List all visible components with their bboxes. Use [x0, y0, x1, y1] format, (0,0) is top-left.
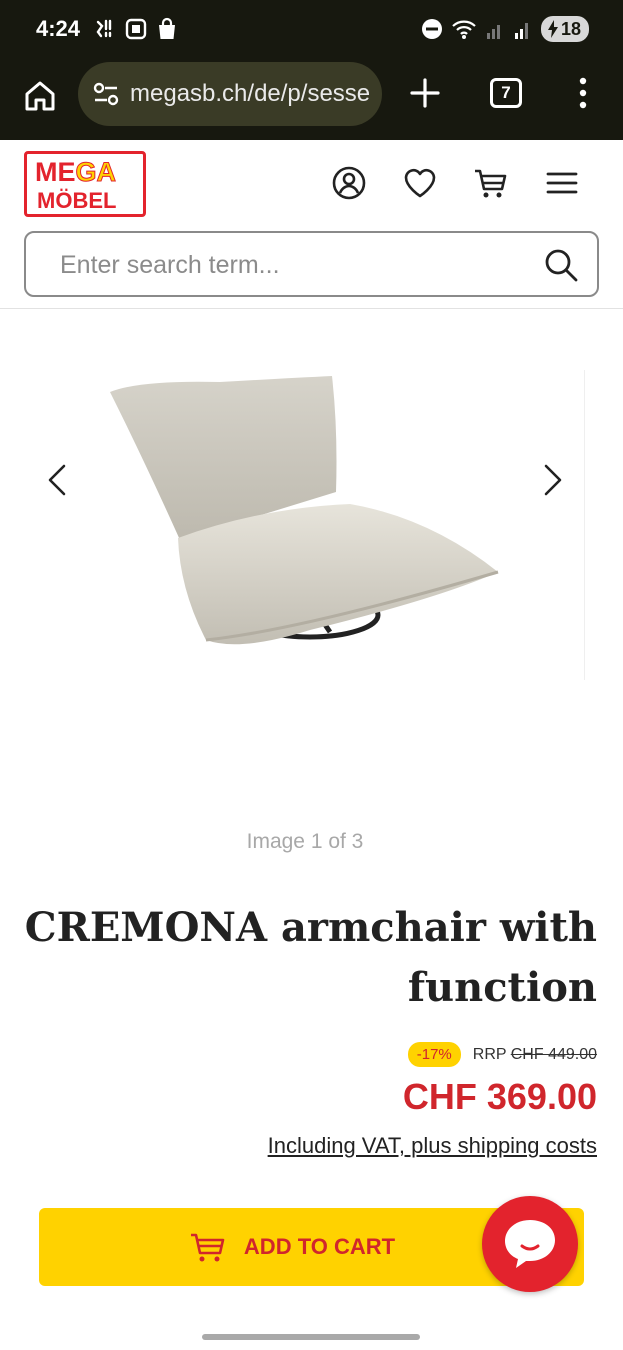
search-icon[interactable]: [543, 247, 579, 283]
site-header: MEGA MÖBEL: [0, 141, 623, 309]
logo-bottom-text: MÖBEL: [37, 188, 117, 213]
add-to-cart-label: ADD TO CART: [243, 1234, 396, 1259]
status-bar: 4:24 18: [0, 0, 623, 60]
rrp: RRP CHF 449.00: [473, 1046, 597, 1064]
chat-button[interactable]: [482, 1196, 578, 1292]
charging-icon: [547, 20, 558, 38]
cart-icon: [190, 1233, 225, 1262]
system-icons: 18: [421, 16, 589, 42]
dnd-icon: [421, 19, 442, 39]
hamburger-icon[interactable]: [544, 165, 580, 201]
price-row: -17% RRP CHF 449.00: [407, 1042, 597, 1067]
chat-icon: [505, 1220, 555, 1268]
shopping-bag-icon: [159, 17, 175, 39]
logo-top-text: MEGA: [35, 157, 116, 188]
chevron-left-icon[interactable]: [42, 460, 72, 500]
rrp-label: RRP: [472, 1045, 507, 1063]
chevron-right-icon[interactable]: [538, 460, 568, 500]
battery-level: 18: [560, 18, 581, 39]
notification-icons: [92, 17, 178, 41]
account-icon[interactable]: [331, 165, 367, 201]
logo[interactable]: MEGA MÖBEL: [24, 151, 146, 217]
image-counter: Image 1 of 3: [246, 830, 364, 853]
site-settings-icon[interactable]: [92, 80, 120, 108]
cart-icon[interactable]: [472, 165, 508, 201]
address-bar[interactable]: megasb.ch/de/p/sessel-cremona: [78, 62, 382, 126]
tabs-button[interactable]: 7: [490, 78, 522, 108]
home-indicator[interactable]: [202, 1334, 420, 1340]
product-image[interactable]: [100, 340, 510, 650]
status-time: 4:24: [36, 16, 81, 41]
browser-toolbar: megasb.ch/de/p/sessel-cremona 7: [0, 60, 623, 140]
screenshot-icon: [125, 18, 147, 40]
url-text: megasb.ch/de/p/sessel-cremona: [130, 80, 370, 107]
new-tab-icon[interactable]: [408, 76, 442, 110]
product-title: CREMONA armchair with function: [24, 904, 597, 1011]
vat-shipping-link[interactable]: Including VAT, plus shipping costs: [268, 1133, 597, 1159]
gallery-divider: [584, 370, 585, 680]
tab-count: 7: [501, 83, 511, 102]
heart-icon[interactable]: [402, 165, 438, 201]
signal-icon: [486, 25, 500, 39]
more-icon[interactable]: [572, 76, 594, 110]
home-icon[interactable]: [22, 78, 58, 114]
search-input[interactable]: [60, 247, 520, 283]
discount-badge: -17%: [407, 1042, 461, 1067]
product-price: CHF 369.00: [402, 1076, 597, 1117]
product-gallery: Image 1 of 3: [0, 310, 623, 870]
rrp-price: CHF 449.00: [510, 1045, 597, 1063]
search-box: [24, 231, 599, 297]
vibrate-icon: [96, 19, 112, 38]
battery-indicator: 18: [540, 16, 589, 42]
wifi-icon: [452, 20, 476, 39]
signal-r-icon: [514, 23, 528, 39]
